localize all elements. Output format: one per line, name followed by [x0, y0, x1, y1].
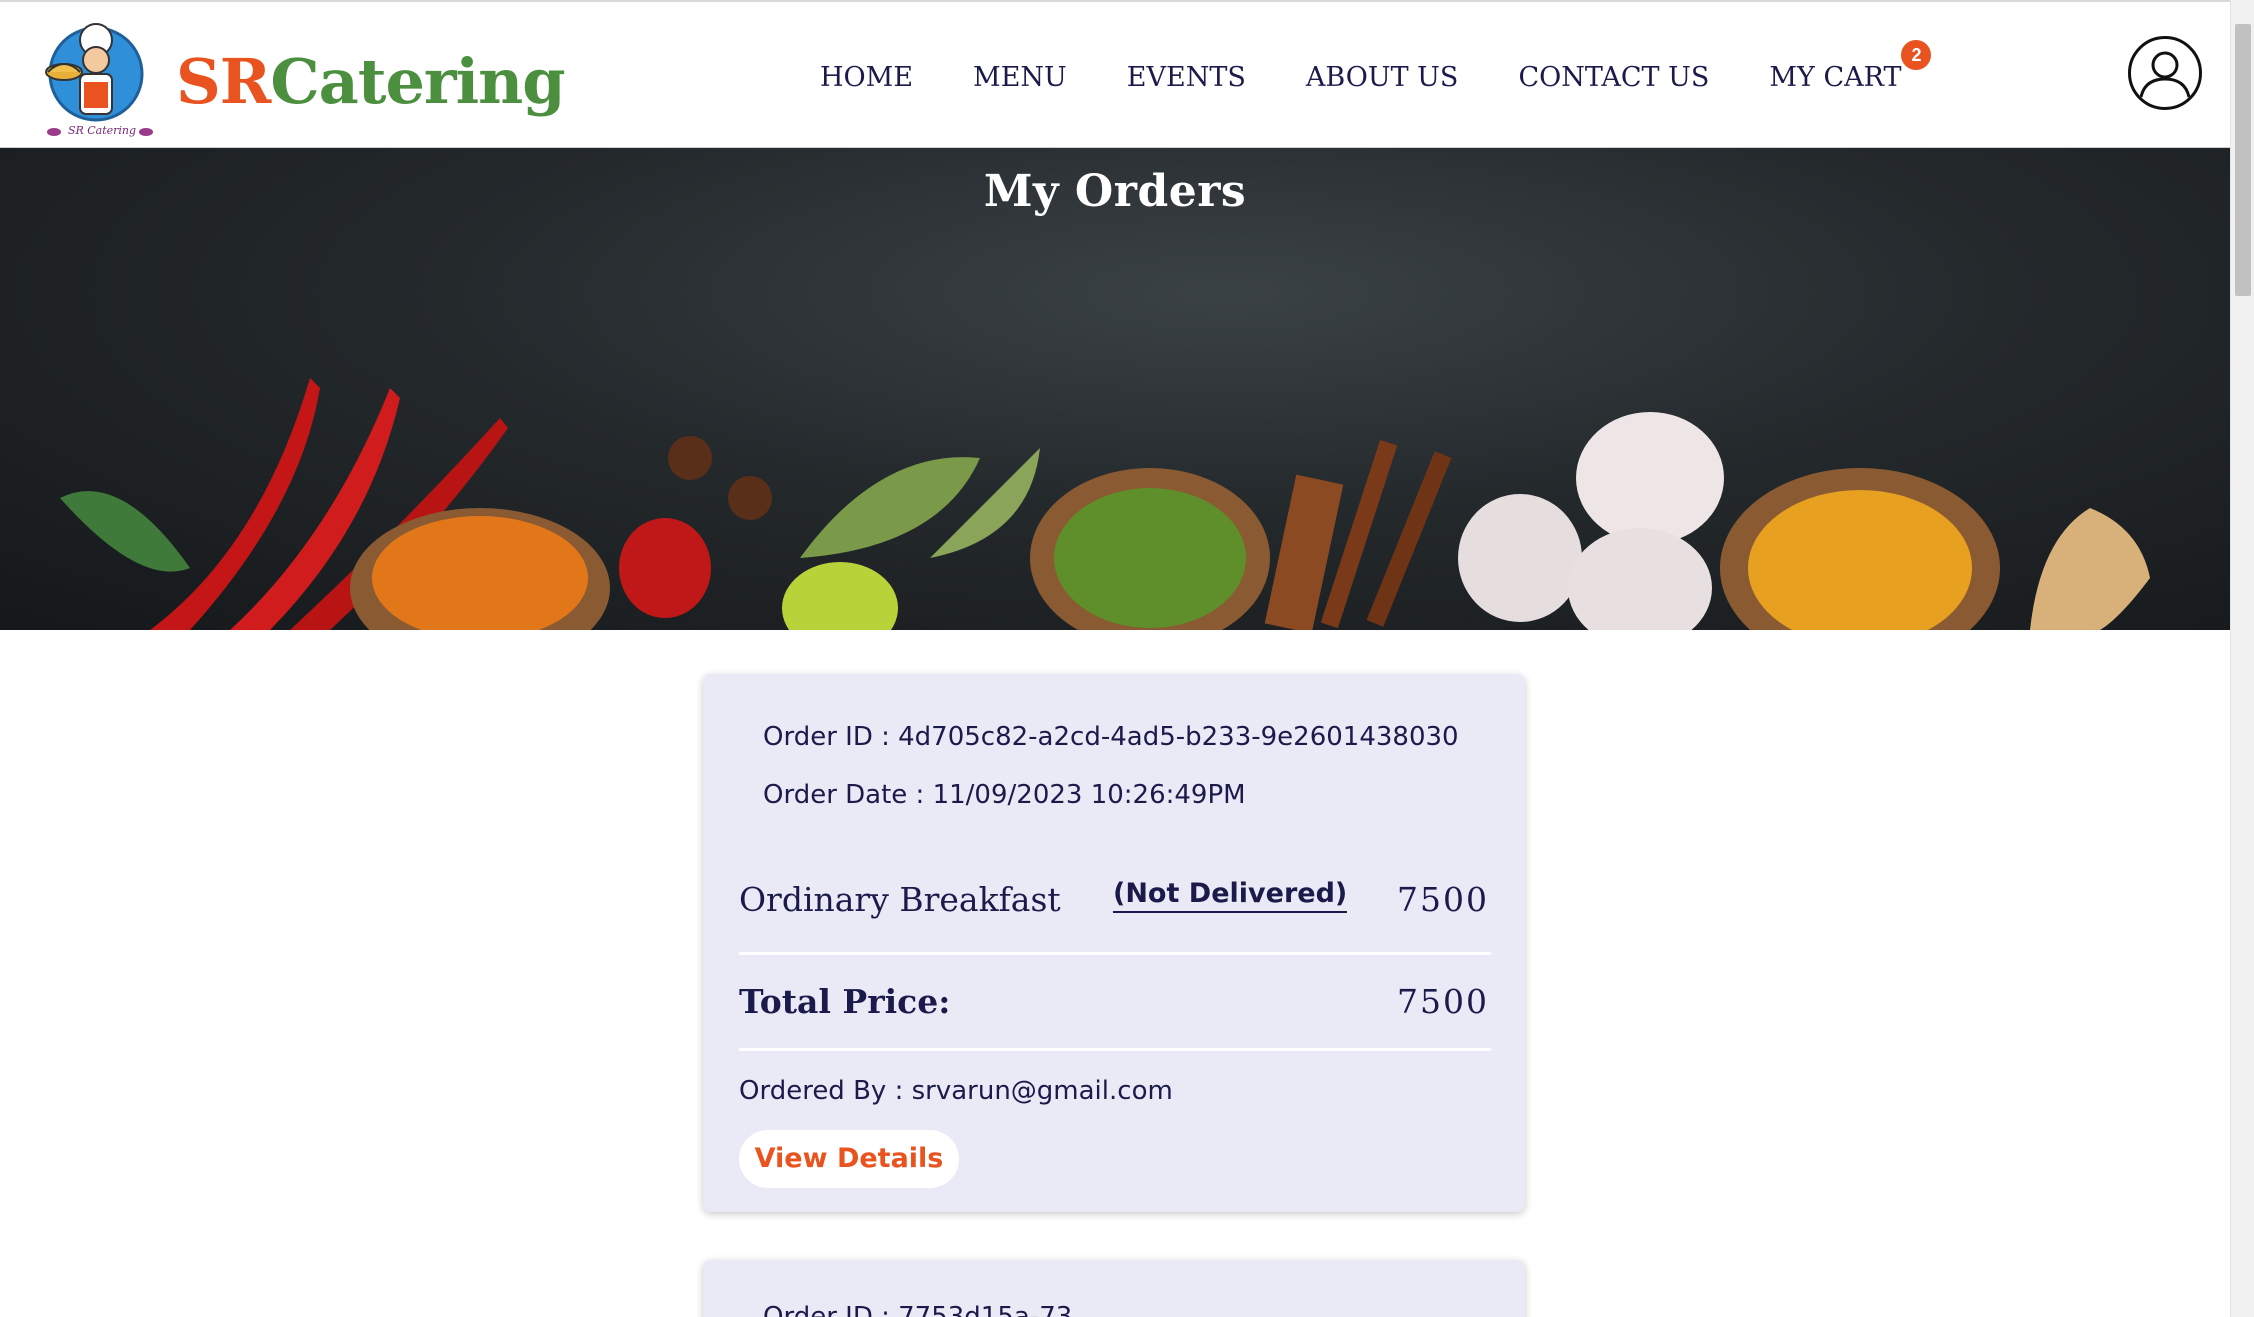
star-anise-icon — [668, 436, 712, 480]
order-item-name: Ordinary Breakfast — [739, 880, 1061, 919]
red-pepper-icon — [619, 518, 711, 618]
ordered-by: Ordered By : srvarun@gmail.com — [739, 1076, 1173, 1106]
brand-name-catering: Catering — [270, 45, 565, 118]
order-item-row: Ordinary Breakfast (Not Delivered) 7500 — [739, 870, 1489, 930]
page-title: My Orders — [983, 166, 1247, 217]
nav-contact-us[interactable]: CONTACT US — [1518, 58, 1709, 98]
garlic-icon — [1576, 412, 1724, 544]
spices-image — [60, 378, 2150, 630]
order-card: Order ID : 7753d15a-73... — [703, 1260, 1525, 1317]
delivery-status-link[interactable]: (Not Delivered) — [1113, 878, 1348, 913]
ginger-icon — [2030, 508, 2150, 630]
nav-about-us[interactable]: ABOUT US — [1306, 58, 1459, 98]
star-anise-icon — [728, 476, 772, 520]
logo-caption: SR Catering — [68, 124, 136, 137]
order-card: Order ID : 4d705c82-a2cd-4ad5-b233-9e260… — [703, 674, 1525, 1212]
main-nav: HOME MENU EVENTS ABOUT US CONTACT US MY … — [820, 40, 1932, 98]
divider — [739, 1048, 1491, 1051]
sr-catering-logo[interactable]: SR Catering — [40, 20, 154, 140]
garlic-icon — [1458, 494, 1582, 622]
dried-herbs-icon — [1054, 488, 1246, 628]
order-id: Order ID : 7753d15a-73... — [763, 1302, 1098, 1317]
nav-my-cart-label: MY CART — [1769, 62, 1902, 93]
nav-menu[interactable]: MENU — [973, 58, 1067, 98]
view-details-button[interactable]: View Details — [739, 1130, 959, 1188]
lime-icon — [782, 562, 898, 630]
brand-name[interactable]: SRCatering — [176, 42, 566, 122]
total-price-label: Total Price: — [739, 982, 951, 1021]
user-circle-icon — [2139, 51, 2191, 98]
nav-home[interactable]: HOME — [820, 58, 913, 98]
garlic-icon — [1568, 528, 1712, 630]
order-id: Order ID : 4d705c82-a2cd-4ad5-b233-9e260… — [763, 722, 1459, 752]
hero-banner: My Orders — [0, 148, 2230, 630]
nav-my-cart[interactable]: MY CART 2 — [1769, 40, 1932, 98]
total-price-value: 7500 — [1397, 982, 1489, 1021]
total-row: Total Price: 7500 — [739, 972, 1489, 1032]
scrollbar-thumb[interactable] — [2235, 24, 2251, 296]
order-item-price: 7500 — [1397, 880, 1489, 919]
nav-events[interactable]: EVENTS — [1127, 58, 1246, 98]
basil-leaf-icon — [60, 491, 190, 572]
divider — [739, 952, 1491, 955]
site-header: SR Catering SRCatering HOME MENU EVENTS … — [0, 0, 2230, 148]
page-scrollbar[interactable] — [2230, 0, 2254, 1317]
brand-name-sr: SR — [176, 45, 271, 118]
order-date: Order Date : 11/09/2023 10:26:49PM — [763, 780, 1246, 810]
profile-button[interactable] — [2128, 36, 2202, 110]
cart-count-badge: 2 — [1901, 40, 1932, 70]
